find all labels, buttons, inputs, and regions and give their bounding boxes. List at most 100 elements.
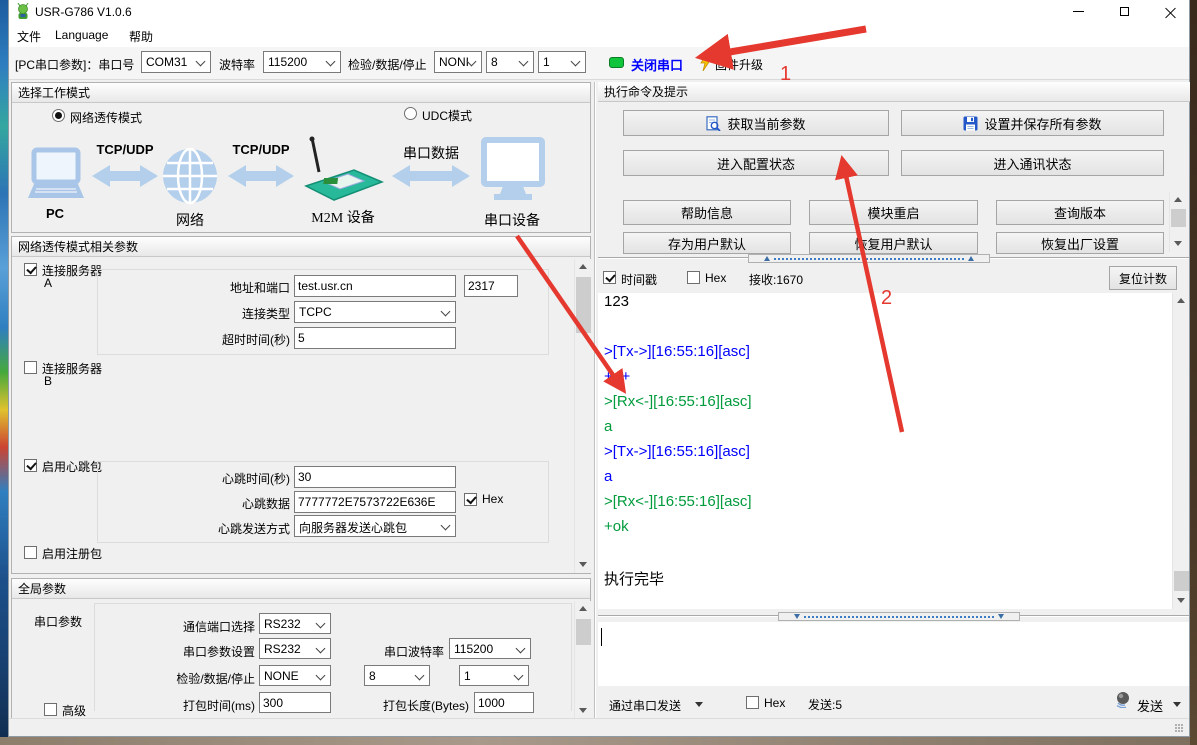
- baud-label: 波特率: [219, 56, 255, 73]
- node-pc-label: PC: [30, 206, 80, 221]
- get-params-button[interactable]: 获取当前参数: [623, 110, 889, 136]
- link1-label: TCP/UDP: [90, 142, 160, 157]
- hb-hex-checkbox[interactable]: [464, 493, 477, 506]
- menu-help[interactable]: 帮助: [129, 28, 153, 45]
- minimize-button[interactable]: [1061, 0, 1095, 23]
- scroll-down-icon[interactable]: [1174, 593, 1189, 608]
- send-via-dropdown[interactable]: 通过串口发送: [609, 697, 681, 714]
- enter-comm-button[interactable]: 进入通讯状态: [901, 150, 1164, 176]
- link3-label: 串口数据: [396, 143, 466, 163]
- resize-grip[interactable]: [1175, 724, 1183, 732]
- restore-user-default-button[interactable]: 恢复用户默认: [809, 232, 978, 254]
- desktop-edge-right: [1190, 0, 1197, 745]
- send-button[interactable]: 发送: [1137, 696, 1163, 715]
- save-user-default-button[interactable]: 存为用户默认: [623, 232, 791, 254]
- net-mode-radio[interactable]: [52, 109, 65, 122]
- link-arrow-icon: [228, 165, 294, 187]
- conn-type-select[interactable]: TCPC: [294, 301, 456, 323]
- node-serial-label: 串口设备: [477, 210, 547, 230]
- scrollbar-thumb[interactable]: [576, 619, 591, 645]
- maximize-button[interactable]: [1107, 0, 1141, 23]
- heartbeat-checkbox[interactable]: [24, 459, 37, 472]
- menu-language[interactable]: Language: [55, 28, 108, 42]
- firmware-upgrade-link[interactable]: 固件升级: [715, 56, 763, 73]
- commands-scrollbar[interactable]: [1169, 192, 1186, 252]
- chevron-down-icon: [316, 671, 326, 681]
- net-params-scrollbar[interactable]: [574, 259, 591, 573]
- scrollbar-thumb[interactable]: [1171, 209, 1186, 227]
- splitter-grip[interactable]: [778, 612, 1020, 621]
- server-addr-input[interactable]: [294, 275, 456, 297]
- chevron-down-icon: [441, 307, 451, 317]
- chevron-down-icon[interactable]: [695, 702, 703, 707]
- pack-time-input[interactable]: [259, 692, 331, 713]
- title-bar[interactable]: USR-G786 V1.0.6: [9, 0, 1189, 23]
- scroll-up-icon[interactable]: [576, 259, 591, 274]
- scrollbar-thumb[interactable]: [576, 277, 591, 333]
- enter-config-button[interactable]: 进入配置状态: [623, 150, 889, 176]
- collapse-down-icon: [794, 614, 800, 619]
- send-input[interactable]: [598, 622, 1189, 686]
- udc-mode-label[interactable]: UDC模式: [422, 107, 472, 124]
- save-user-default-label: 存为用户默认: [668, 234, 746, 253]
- close-port-link[interactable]: 关闭串口: [631, 55, 683, 74]
- log-line: a: [598, 418, 1189, 443]
- server-a-checkbox[interactable]: [24, 263, 37, 276]
- send-hex-checkbox[interactable]: [746, 696, 759, 709]
- register-checkbox[interactable]: [24, 546, 37, 559]
- scroll-down-icon[interactable]: [1171, 236, 1186, 251]
- global-params-scrollbar[interactable]: [574, 601, 591, 719]
- stopbits-select[interactable]: 1: [538, 51, 586, 73]
- log-output[interactable]: 123 >[Tx->][16:55:16][asc] +++ >[Rx<-][1…: [598, 293, 1189, 609]
- databits-select[interactable]: 8: [486, 51, 534, 73]
- work-mode-header: 选择工作模式: [12, 83, 590, 103]
- hb-data-input[interactable]: [294, 491, 456, 513]
- global-databits-select[interactable]: 8: [364, 665, 430, 686]
- splitter-grip[interactable]: [748, 254, 990, 263]
- udc-mode-radio[interactable]: [404, 107, 417, 120]
- global-params-group: 全局参数 串口参数 通信端口选择 RS232 串口参数设置 RS232 串口波特…: [11, 578, 591, 723]
- scrollbar-thumb[interactable]: [1174, 571, 1189, 591]
- baud-select[interactable]: 115200: [263, 51, 341, 73]
- comm-port-select[interactable]: RS232: [259, 613, 331, 634]
- server-b-checkbox[interactable]: [24, 361, 37, 374]
- log-scrollbar[interactable]: [1172, 293, 1189, 609]
- minimize-icon: [1073, 11, 1084, 12]
- timeout-input[interactable]: [294, 327, 456, 349]
- splitter-dots: [774, 258, 964, 260]
- save-params-button[interactable]: 设置并保存所有参数: [901, 110, 1164, 136]
- hb-mode-select[interactable]: 向服务器发送心跳包: [294, 515, 456, 537]
- scroll-up-icon[interactable]: [1174, 293, 1189, 308]
- scroll-down-icon[interactable]: [576, 557, 591, 572]
- hb-data-label: 心跳数据: [190, 495, 290, 512]
- com-port-select[interactable]: COM31: [141, 51, 211, 73]
- addr-label: 地址和端口: [190, 279, 290, 296]
- chevron-down-icon[interactable]: [1173, 702, 1181, 707]
- splitter-dots: [804, 616, 994, 618]
- log-hex-checkbox[interactable]: [687, 271, 700, 284]
- net-mode-label[interactable]: 网络透传模式: [70, 109, 142, 126]
- timestamp-checkbox[interactable]: [603, 271, 616, 284]
- serial-set-select[interactable]: RS232: [259, 638, 331, 659]
- global-stopbits-select[interactable]: 1: [459, 665, 529, 686]
- module-restart-button[interactable]: 模块重启: [809, 200, 978, 225]
- global-baud-select[interactable]: 115200: [449, 638, 531, 659]
- pack-len-input[interactable]: [474, 692, 534, 713]
- menu-file[interactable]: 文件: [17, 28, 41, 45]
- factory-reset-button[interactable]: 恢复出厂设置: [996, 232, 1164, 254]
- close-button[interactable]: [1153, 0, 1187, 23]
- server-port-input[interactable]: [464, 275, 518, 297]
- global-parity-select[interactable]: NONE: [259, 665, 331, 686]
- query-version-label: 查询版本: [1054, 203, 1106, 222]
- scroll-up-icon[interactable]: [576, 601, 591, 616]
- hb-time-label: 心跳时间(秒): [190, 470, 290, 487]
- help-info-button[interactable]: 帮助信息: [623, 200, 791, 225]
- query-version-button[interactable]: 查询版本: [996, 200, 1164, 225]
- advanced-checkbox[interactable]: [44, 703, 57, 716]
- hb-time-input[interactable]: [294, 466, 456, 488]
- scroll-up-icon[interactable]: [1171, 192, 1186, 207]
- parity-select[interactable]: NONI: [434, 51, 482, 73]
- scroll-down-icon[interactable]: [576, 703, 591, 718]
- panel-divider[interactable]: [594, 82, 596, 723]
- reset-count-button[interactable]: 复位计数: [1109, 266, 1177, 290]
